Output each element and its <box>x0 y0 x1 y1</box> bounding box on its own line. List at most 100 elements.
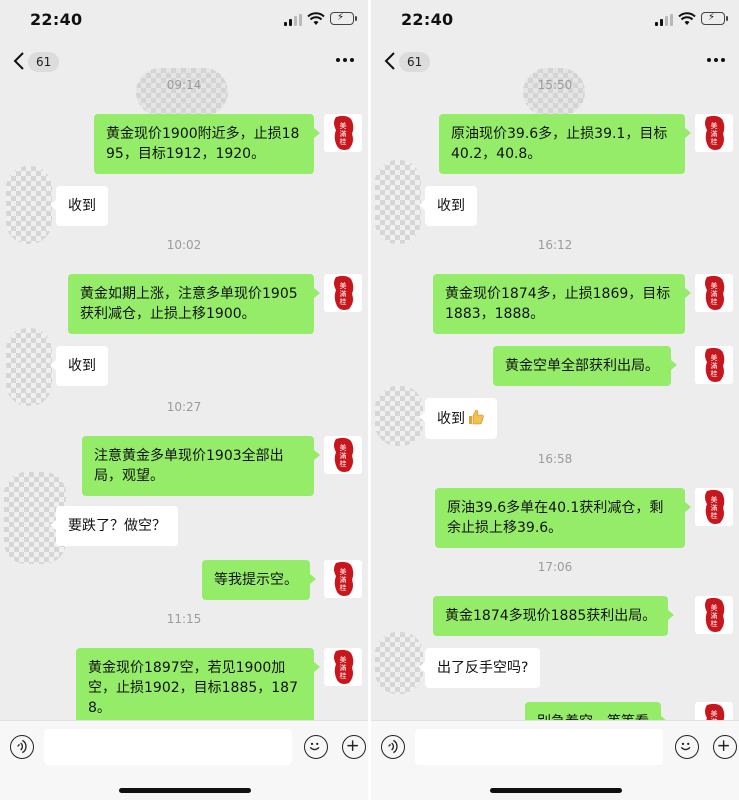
svg-text:桂: 桂 <box>340 583 347 592</box>
emoji-icon[interactable] <box>304 735 328 759</box>
svg-text:美: 美 <box>711 121 718 130</box>
message-outgoing[interactable]: 黄金现价1897空，若见1900加空，止损1902，目标1885，1878。 <box>76 648 320 720</box>
seal-avatar[interactable]: 美滿桂 <box>324 436 362 474</box>
message-incoming[interactable]: 收到 <box>419 398 497 439</box>
message-outgoing[interactable]: 黄金现价1900附近多，止损1895，目标1912，1920。 <box>94 114 320 174</box>
svg-text:滿: 滿 <box>340 451 347 460</box>
svg-text:美: 美 <box>340 655 347 664</box>
status-bar: 22:40 ⚡ <box>0 0 368 40</box>
timestamp: 16:58 <box>537 452 573 466</box>
back-chevron-icon[interactable] <box>10 50 30 72</box>
back-chevron-icon[interactable] <box>381 50 401 72</box>
voice-icon[interactable] <box>10 735 34 759</box>
timestamp: 15:50 <box>537 78 573 92</box>
chat-screen-right: 22:40 ⚡ 61 15:50 原油现价39.6多，止损39.1，目标40.2… <box>371 0 739 800</box>
message-incoming[interactable]: 出了反手空吗? <box>418 648 541 688</box>
contact-avatar-redacted[interactable] <box>375 160 421 244</box>
message-incoming[interactable]: 收到 <box>419 186 477 226</box>
seal-avatar[interactable]: 美滿桂 <box>695 596 733 634</box>
seal-avatar[interactable]: 美滿桂 <box>695 114 733 152</box>
svg-text:美: 美 <box>711 353 718 362</box>
status-time: 22:40 <box>30 10 83 29</box>
svg-text:美: 美 <box>340 281 347 290</box>
signal-icon <box>655 14 675 26</box>
voice-icon[interactable] <box>381 735 405 759</box>
svg-text:桂: 桂 <box>711 369 718 378</box>
contact-avatar-redacted[interactable] <box>6 328 52 406</box>
wifi-icon <box>307 12 325 25</box>
plus-icon[interactable] <box>713 735 737 759</box>
status-time: 22:40 <box>401 10 454 29</box>
plus-icon[interactable] <box>342 735 366 759</box>
svg-text:滿: 滿 <box>340 129 347 138</box>
seal-avatar[interactable]: 美滿桂 <box>695 346 733 384</box>
home-indicator <box>490 788 622 793</box>
svg-text:桂: 桂 <box>711 619 718 628</box>
seal-avatar[interactable]: 美滿桂 <box>695 274 733 312</box>
svg-text:滿: 滿 <box>711 289 718 298</box>
message-list: 15:50 原油现价39.6多，止损39.1，目标40.2，40.8。 美滿桂 … <box>371 76 739 720</box>
timestamp: 10:27 <box>166 400 202 414</box>
svg-text:美: 美 <box>340 443 347 452</box>
svg-text:桂: 桂 <box>711 137 718 146</box>
message-outgoing[interactable]: 原油39.6多单在40.1获利减仓，剩余止损上移39.6。 <box>435 488 691 548</box>
battery-icon: ⚡ <box>701 12 728 25</box>
svg-text:滿: 滿 <box>711 361 718 370</box>
message-list: 09:14 黄金现价1900附近多，止损1895，目标1912，1920。 美滿… <box>0 76 368 720</box>
timestamp: 16:12 <box>537 238 573 252</box>
timestamp: 10:02 <box>166 238 202 252</box>
message-outgoing[interactable]: 黄金如期上涨，注意多单现价1905获利减仓，止损上移1900。 <box>68 274 320 334</box>
message-outgoing[interactable]: 原油现价39.6多，止损39.1，目标40.2，40.8。 <box>439 114 691 174</box>
svg-text:桂: 桂 <box>340 671 347 680</box>
svg-text:美: 美 <box>711 495 718 504</box>
message-input[interactable] <box>44 729 292 765</box>
message-incoming[interactable]: 收到 <box>50 186 108 226</box>
svg-text:滿: 滿 <box>711 503 718 512</box>
svg-text:滿: 滿 <box>711 611 718 620</box>
timestamp: 11:15 <box>166 612 202 626</box>
message-outgoing[interactable]: 别急着空，等等看 <box>525 702 667 720</box>
svg-text:美: 美 <box>340 121 347 130</box>
home-indicator <box>119 788 251 793</box>
more-icon[interactable] <box>707 58 725 64</box>
message-outgoing[interactable]: 注意黄金多单现价1903全部出局，观望。 <box>82 436 320 496</box>
thumbs-up-icon <box>469 409 484 425</box>
timestamp: 09:14 <box>166 78 202 92</box>
svg-text:桂: 桂 <box>711 511 718 520</box>
svg-text:滿: 滿 <box>711 129 718 138</box>
seal-avatar[interactable]: 美滿桂 <box>324 274 362 312</box>
svg-text:美: 美 <box>711 709 718 718</box>
svg-text:桂: 桂 <box>711 297 718 306</box>
svg-text:美: 美 <box>340 567 347 576</box>
svg-text:桂: 桂 <box>340 459 347 468</box>
contact-avatar-redacted[interactable] <box>375 386 423 446</box>
battery-icon: ⚡ <box>330 12 357 25</box>
contact-avatar-redacted[interactable] <box>6 166 52 244</box>
svg-text:桂: 桂 <box>340 297 347 306</box>
svg-text:桂: 桂 <box>340 137 347 146</box>
svg-text:滿: 滿 <box>340 663 347 672</box>
chat-screen-left: 22:40 ⚡ 61 09:14 黄金现价1900附近多，止损1895，目标19… <box>0 0 368 800</box>
unread-badge[interactable]: 61 <box>28 52 60 72</box>
message-outgoing[interactable]: 黄金1874多现价1885获利出局。 <box>433 596 675 636</box>
seal-avatar[interactable]: 美滿桂 <box>324 114 362 152</box>
message-outgoing[interactable]: 等我提示空。 <box>202 560 316 600</box>
svg-text:滿: 滿 <box>340 289 347 298</box>
unread-badge[interactable]: 61 <box>399 52 431 72</box>
svg-text:滿: 滿 <box>340 575 347 584</box>
more-icon[interactable] <box>336 58 354 64</box>
wifi-icon <box>678 12 696 25</box>
screenshot: 22:40 ⚡ 61 09:14 黄金现价1900附近多，止损1895，目标19… <box>0 0 739 800</box>
message-incoming[interactable]: 要跌了？做空？ <box>50 506 178 546</box>
svg-text:美: 美 <box>711 281 718 290</box>
contact-avatar-redacted[interactable] <box>375 632 423 694</box>
seal-avatar[interactable]: 美滿桂 <box>324 648 362 686</box>
seal-avatar[interactable]: 美滿桂 <box>695 702 733 720</box>
message-input[interactable] <box>415 729 663 765</box>
message-outgoing[interactable]: 黄金空单全部获利出局。 <box>493 346 677 386</box>
message-incoming[interactable]: 收到 <box>50 346 108 386</box>
seal-avatar[interactable]: 美滿桂 <box>324 560 362 598</box>
message-outgoing[interactable]: 黄金现价1874多，止损1869，目标1883，1888。 <box>433 274 691 334</box>
seal-avatar[interactable]: 美滿桂 <box>695 488 733 526</box>
emoji-icon[interactable] <box>675 735 699 759</box>
